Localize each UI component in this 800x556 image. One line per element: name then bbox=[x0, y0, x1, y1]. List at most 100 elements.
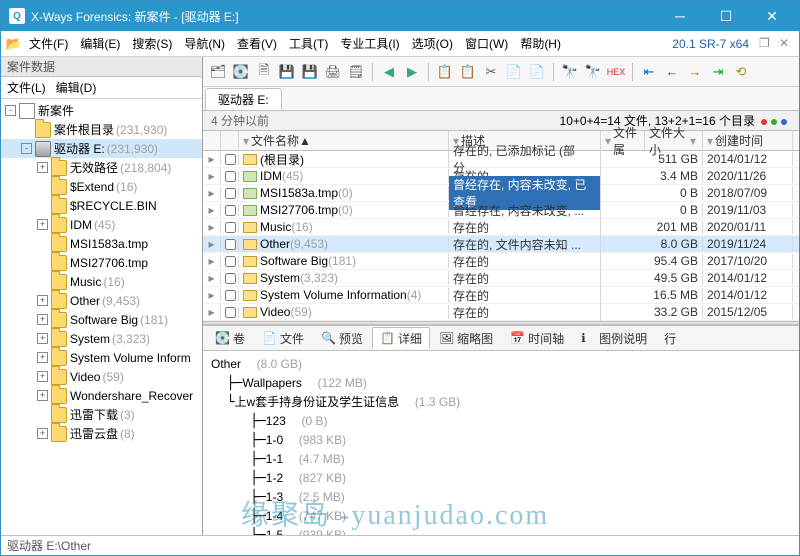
tree-item[interactable]: 迅雷下载 (3) bbox=[1, 405, 202, 424]
row-check[interactable] bbox=[221, 222, 239, 233]
row-check[interactable] bbox=[221, 307, 239, 318]
find-icon[interactable]: 🔭 bbox=[561, 63, 579, 81]
tree-item[interactable]: +Video (59) bbox=[1, 367, 202, 386]
row-check[interactable] bbox=[221, 273, 239, 284]
tree-item[interactable]: MSI1583a.tmp bbox=[1, 234, 202, 253]
col-attr[interactable]: ▾文件属 bbox=[601, 131, 645, 150]
table-row[interactable]: ▸MSI27706.tmp (0)曾经存在, 内容未改变, ...0 B2019… bbox=[203, 202, 799, 219]
row-check[interactable] bbox=[221, 290, 239, 301]
row-expander[interactable]: ▸ bbox=[203, 169, 221, 183]
menu-nav[interactable]: 导航(N) bbox=[178, 35, 231, 52]
tree-item[interactable]: $RECYCLE.BIN bbox=[1, 196, 202, 215]
tree-item[interactable]: +Other (9,453) bbox=[1, 291, 202, 310]
expander-icon[interactable]: + bbox=[37, 295, 48, 306]
detail-tab[interactable]: 💽卷 bbox=[207, 327, 253, 349]
col-size[interactable]: 文件大小▾ bbox=[645, 131, 703, 150]
row-expander[interactable]: ▸ bbox=[203, 186, 221, 200]
col-icon[interactable] bbox=[221, 131, 239, 150]
expander-icon[interactable] bbox=[37, 276, 48, 287]
expander-icon[interactable]: + bbox=[37, 428, 48, 439]
copy-icon[interactable]: 📋 bbox=[436, 63, 454, 81]
mdi-close-icon[interactable]: ✕ bbox=[779, 36, 795, 52]
row-expander[interactable]: ▸ bbox=[203, 203, 221, 217]
tree-item[interactable]: +无效路径 (218,804) bbox=[1, 158, 202, 177]
expander-icon[interactable]: - bbox=[5, 105, 16, 116]
expander-icon[interactable]: + bbox=[37, 219, 48, 230]
menu-options[interactable]: 选项(O) bbox=[406, 35, 459, 52]
goto-last-icon[interactable]: ⇥ bbox=[709, 63, 727, 81]
case-tree[interactable]: -新案件案件根目录 (231,930)-驱动器 E: (231,930)+无效路… bbox=[1, 99, 202, 535]
tree-item[interactable]: -驱动器 E: (231,930) bbox=[1, 139, 202, 158]
expander-icon[interactable]: + bbox=[37, 371, 48, 382]
row-expander[interactable]: ▸ bbox=[203, 220, 221, 234]
row-expander[interactable]: ▸ bbox=[203, 254, 221, 268]
menu-spectools[interactable]: 专业工具(I) bbox=[334, 35, 405, 52]
menu-tools[interactable]: 工具(T) bbox=[283, 35, 334, 52]
row-check[interactable] bbox=[221, 239, 239, 250]
expander-icon[interactable] bbox=[37, 238, 48, 249]
col-date[interactable]: ▾创建时间 bbox=[703, 131, 793, 150]
tree-item[interactable]: +迅雷云盘 (8) bbox=[1, 424, 202, 443]
expander-icon[interactable] bbox=[37, 200, 48, 211]
detail-tab[interactable]: 🔍预览 bbox=[313, 327, 371, 349]
col-expand[interactable] bbox=[203, 131, 221, 150]
menu-window[interactable]: 窗口(W) bbox=[459, 35, 514, 52]
expander-icon[interactable]: + bbox=[37, 333, 48, 344]
menu-edit[interactable]: 编辑(E) bbox=[74, 35, 126, 52]
detail-tab[interactable]: 📋详细 bbox=[372, 327, 430, 349]
tree-item[interactable]: +Software Big (181) bbox=[1, 310, 202, 329]
table-row[interactable]: ▸System Volume Information (4)存在的16.5 MB… bbox=[203, 287, 799, 304]
row-expander[interactable]: ▸ bbox=[203, 305, 221, 319]
back-icon[interactable]: ◀ bbox=[380, 63, 398, 81]
close-button[interactable]: ✕ bbox=[749, 1, 795, 31]
expander-icon[interactable]: + bbox=[37, 352, 48, 363]
table-row[interactable]: ▸Other (9,453)存在的, 文件内容未知 ...8.0 GB2019/… bbox=[203, 236, 799, 253]
properties-icon[interactable]: 🗒 bbox=[347, 63, 365, 81]
col-name[interactable]: ▾文件名称▲ bbox=[239, 131, 449, 150]
tree-item[interactable]: 案件根目录 (231,930) bbox=[1, 120, 202, 139]
detail-tab[interactable]: 行 bbox=[656, 327, 684, 349]
menu-view[interactable]: 查看(V) bbox=[231, 35, 283, 52]
disk-open-icon[interactable]: 💽 bbox=[232, 63, 250, 81]
save-as-icon[interactable]: 💾 bbox=[301, 63, 319, 81]
table-row[interactable]: ▸Video (59)存在的33.2 GB2015/12/05 bbox=[203, 304, 799, 321]
expander-icon[interactable]: + bbox=[37, 162, 48, 173]
menu-file[interactable]: 文件(F) bbox=[23, 35, 74, 52]
table-row[interactable]: ▸(根目录)存在的, 已添加标记 (部分...511 GB2014/01/12 bbox=[203, 151, 799, 168]
goto-first-icon[interactable]: ⇤ bbox=[640, 63, 658, 81]
menu-search[interactable]: 搜索(S) bbox=[126, 35, 178, 52]
goto-next-icon[interactable]: → bbox=[686, 63, 704, 81]
tree-item[interactable]: +Wondershare_Recover bbox=[1, 386, 202, 405]
cut-icon[interactable]: ✂ bbox=[482, 63, 500, 81]
tree-item[interactable]: Music (16) bbox=[1, 272, 202, 291]
detail-tab[interactable]: ℹ图例说明 bbox=[573, 327, 655, 349]
paste2-icon[interactable]: 📄 bbox=[528, 63, 546, 81]
directory-listing[interactable]: Other (8.0 GB) ├─Wallpapers (122 MB) └上w… bbox=[203, 351, 799, 535]
row-check[interactable] bbox=[221, 171, 239, 182]
expander-icon[interactable]: + bbox=[37, 314, 48, 325]
minimize-button[interactable]: ─ bbox=[657, 1, 703, 31]
maximize-button[interactable]: ☐ bbox=[703, 1, 749, 31]
tree-item[interactable]: $Extend (16) bbox=[1, 177, 202, 196]
new-doc-icon[interactable]: 🗎 bbox=[255, 63, 273, 81]
table-row[interactable]: ▸MSI1583a.tmp (0)曾经存在, 内容未改变, 已查看0 B2018… bbox=[203, 185, 799, 202]
row-check[interactable] bbox=[221, 154, 239, 165]
expander-icon[interactable]: - bbox=[21, 143, 32, 154]
row-check[interactable] bbox=[221, 188, 239, 199]
tree-item[interactable]: -新案件 bbox=[1, 101, 202, 120]
tree-item[interactable]: MSI27706.tmp bbox=[1, 253, 202, 272]
tab-drive-e[interactable]: 驱动器 E: bbox=[205, 88, 282, 110]
row-check[interactable] bbox=[221, 205, 239, 216]
expander-icon[interactable] bbox=[37, 181, 48, 192]
row-expander[interactable]: ▸ bbox=[203, 152, 221, 166]
detail-tab[interactable]: 📄文件 bbox=[254, 327, 312, 349]
detail-tab[interactable]: 📅时间轴 bbox=[502, 327, 572, 349]
expander-icon[interactable]: + bbox=[37, 390, 48, 401]
expander-icon[interactable] bbox=[21, 124, 32, 135]
menu-help[interactable]: 帮助(H) bbox=[514, 35, 567, 52]
paste-icon[interactable]: 📄 bbox=[505, 63, 523, 81]
tree-item[interactable]: +System Volume Inform bbox=[1, 348, 202, 367]
print-icon[interactable]: 🖨 bbox=[324, 63, 342, 81]
forward-icon[interactable]: ▶ bbox=[403, 63, 421, 81]
save-icon[interactable]: 💾 bbox=[278, 63, 296, 81]
